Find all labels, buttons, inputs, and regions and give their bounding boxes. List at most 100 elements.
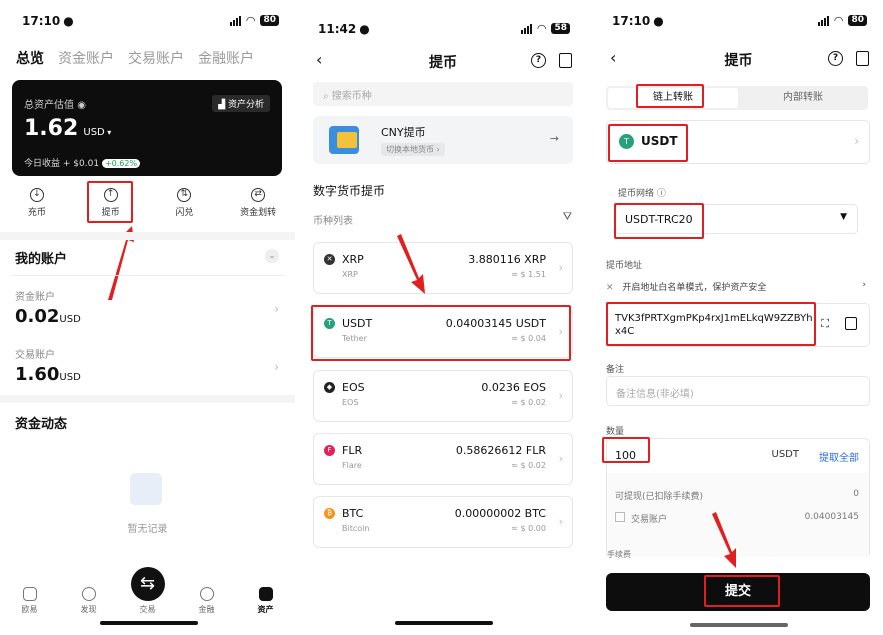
highlight-address [606,302,816,346]
eos-icon: ◆ [324,382,335,393]
status-icons: ◠ 80 [229,14,279,27]
coin-row-flr[interactable]: F FLR Flare 0.58626612 FLR ≈ $ 0.02 › [313,433,573,485]
chart-icon: ▟ [218,100,228,110]
status-time: 17:10 ● [612,14,664,28]
coin-row-xrp[interactable]: ✕ XRP XRP 3.880116 XRP ≈ $ 1.51 › [313,242,573,294]
chevron-right-icon: › [558,389,563,402]
quantity-unit: USDT [771,449,799,460]
filter-icon[interactable]: ⛛ [563,210,572,224]
memo-input[interactable]: 备注信息(非必填) [606,376,870,406]
status-time: 17:10 ● [22,14,74,28]
nav-discover[interactable]: 发现 [64,587,114,615]
home-indicator [690,623,788,627]
chevron-right-icon: › [558,261,563,274]
highlight-submit [704,575,780,607]
trade-account-label: 交易账户 [631,515,668,525]
withdraw-form-screen: 17:10 ● ◠ 80 ‹ 提币 ? 链上转账 内部转账 T USDT › 提币… [594,0,883,635]
status-icons: ◠ 58 [520,22,570,35]
chevron-right-icon: › [274,302,279,316]
eye-icon[interactable]: ◉ [77,100,86,111]
nav-trade[interactable]: ⇆ 交易 [123,567,173,615]
status-time: 11:42 ● [318,22,370,36]
annotation-arrow [712,512,736,568]
convert-icon: ⇅ [177,188,192,202]
nav-home[interactable]: 欧易 [5,587,55,615]
withdraw-all-button[interactable]: 提取全部 [819,449,859,464]
divider [0,232,295,240]
coin-row-eos[interactable]: ◆ EOS EOS 0.0236 EOS ≈ $ 0.02 › [313,370,573,422]
divider [0,395,295,403]
highlight-withdraw [87,181,133,223]
transfer-button[interactable]: ⇄ 资金划转 [228,188,288,218]
account-tabs: 总览 资金账户 交易账户 金融账户 [16,48,254,68]
help-icon[interactable]: ? [531,53,546,68]
highlight-coin [608,124,688,162]
battery-icon: 80 [260,15,279,26]
available-value: 0 [853,489,859,499]
chevron-right-icon: › [558,515,563,528]
discover-icon [81,587,96,601]
highlight-quantity [602,437,650,463]
tab-fund-account[interactable]: 资金账户 [58,48,114,68]
cny-withdraw-banner[interactable]: CNY提币 切换本地货币 › → [313,116,573,164]
tab-overview[interactable]: 总览 [16,48,44,68]
nav-finance[interactable]: 金融 [182,587,232,615]
fund-account-row[interactable]: 资金账户 0.02USD [15,288,81,327]
search-icon: ⌕ [323,91,332,102]
home-indicator [100,621,198,625]
finance-icon [199,587,214,601]
convert-button[interactable]: ⇅ 闪兑 [154,188,214,218]
annotation-arrow [397,234,425,294]
tab-finance-account[interactable]: 金融账户 [198,48,254,68]
empty-state-icon [130,473,162,505]
network-label: 提币网络 ⓘ [618,189,666,199]
scan-icon[interactable]: ⛶ [821,317,829,331]
trade-account-checkbox[interactable] [615,512,625,522]
balance-card: 总资产估值 ◉ ▟ 资产分析 1.62 USD ▾ 今日收益 + $0.01 +… [12,80,282,176]
nav-assets[interactable]: 资产 [241,587,291,615]
collapse-icon[interactable]: ⌄ [265,249,279,263]
chevron-right-icon: › [862,280,866,290]
highlight-network [614,203,704,239]
tab-trade-account[interactable]: 交易账户 [128,48,184,68]
deposit-icon: ↓ [29,188,44,202]
coin-row-btc[interactable]: ₿ BTC Bitcoin 0.00000002 BTC ≈ $ 0.00 › [313,496,573,548]
history-icon[interactable] [559,53,572,68]
arrow-right-icon: → [549,132,559,145]
trade-account-value: 0.04003145 [804,512,859,522]
battery-icon: 58 [551,23,570,34]
search-input[interactable]: ⌕ 搜索币种 [313,82,573,106]
highlight-usdt [311,305,571,361]
trade-account-row[interactable]: 交易账户 1.60USD [15,346,81,385]
status-icons: ◠ 80 [817,14,867,27]
withdraw-coin-list-screen: 11:42 ● ◠ 58 ‹ 提币 ? ⌕ 搜索币种 CNY提币 切换本地货币 ›… [300,0,586,635]
help-icon[interactable]: ? [828,51,843,66]
estimate-label: 总资产估值 ◉ [24,100,86,111]
chevron-right-icon: › [854,134,859,148]
today-earnings: 今日收益 + $0.01 +0.62% [24,156,141,169]
quantity-label: 数量 [606,427,625,437]
cny-title: CNY提币 [381,126,426,139]
chevron-right-icon: › [558,452,563,465]
divider [10,275,285,276]
close-icon[interactable]: ✕ [606,283,614,293]
fee-label: 手续费 [607,550,631,559]
flr-icon: F [324,445,335,456]
whitelist-banner[interactable]: ✕ 开启地址白名单模式，保护资产安全 › [606,280,870,294]
address-label: 提币地址 [606,261,643,271]
xrp-icon: ✕ [324,254,335,265]
quick-actions: ↓ 充币 ↑ 提币 ⇅ 闪兑 ⇄ 资金划转 [0,188,295,218]
asset-analysis-button[interactable]: ▟ 资产分析 [212,95,270,112]
home-indicator [395,621,493,625]
btc-icon: ₿ [324,508,335,519]
info-icon[interactable]: ⓘ [657,189,666,199]
tab-internal[interactable]: 内部转账 [740,88,866,108]
history-icon[interactable] [856,51,869,66]
total-balance: 1.62 USD ▾ [24,116,112,141]
my-accounts-heading: 我的账户 [15,252,68,267]
bottom-nav: 欧易 发现 ⇆ 交易 金融 资产 [0,567,295,615]
battery-icon: 80 [848,15,867,26]
address-book-icon[interactable] [845,317,857,330]
deposit-button[interactable]: ↓ 充币 [7,188,67,218]
cny-icon [329,126,359,154]
